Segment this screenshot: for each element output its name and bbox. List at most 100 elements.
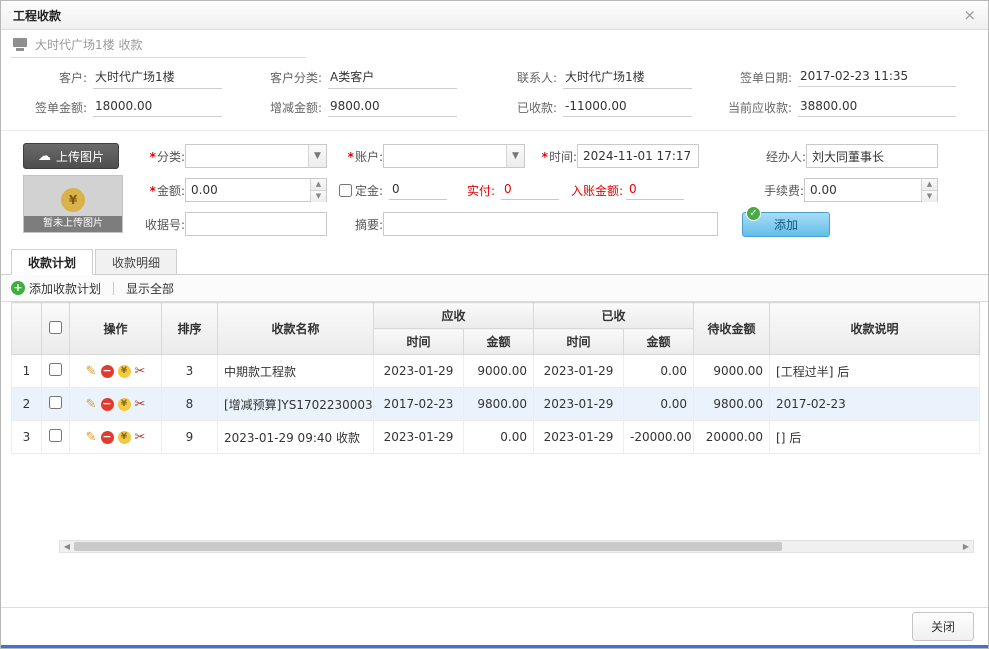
add-payment-button[interactable]: ✓ 添加 (742, 212, 830, 237)
close-button[interactable]: 关闭 (912, 612, 974, 641)
contact-field: 联系人: 大时代广场1楼 (475, 64, 710, 90)
tab-payment-plan[interactable]: 收款计划 (11, 249, 93, 275)
cell-got-time: 2023-01-29 (534, 355, 624, 388)
scissors-icon[interactable]: ✂ (135, 364, 146, 379)
account-label: *账户: (339, 148, 383, 165)
paid-value: 0 (501, 180, 559, 200)
spinner-down-icon[interactable]: ▼ (311, 191, 326, 202)
row-checkbox[interactable] (49, 429, 62, 442)
fee-field: 手续费: ▲ ▼ (729, 178, 938, 202)
image-placeholder[interactable]: ¥ 暂未上传图片 (23, 175, 123, 233)
cell-name: 2023-01-29 09:40 收款 (218, 421, 374, 454)
fee-input[interactable] (805, 179, 921, 201)
contact-value: 大时代广场1楼 (563, 66, 692, 89)
account-select[interactable]: ▼ (383, 144, 525, 168)
scroll-left-icon[interactable]: ◀ (60, 541, 74, 552)
category-field: *分类: ▼ (135, 144, 327, 168)
tab-plan-label: 收款计划 (28, 254, 76, 271)
cell-name: 中期款工程款 (218, 355, 374, 388)
money-icon[interactable]: ¥ (118, 398, 131, 411)
header-note: 收款说明 (770, 303, 980, 355)
summary-input[interactable] (383, 212, 718, 236)
delete-icon[interactable]: − (101, 431, 114, 444)
check-icon: ✓ (746, 206, 761, 221)
category-select[interactable]: ▼ (185, 144, 327, 168)
edit-icon[interactable]: ✎ (86, 430, 97, 445)
deposit-value[interactable]: 0 (389, 180, 447, 200)
money-icon[interactable]: ¥ (118, 365, 131, 378)
plus-icon: + (11, 281, 25, 295)
handler-input[interactable] (806, 144, 938, 168)
scroll-right-icon[interactable]: ▶ (959, 541, 973, 552)
sign-amount-value: 18000.00 (93, 97, 222, 117)
horizontal-scrollbar[interactable]: ◀ ▶ (59, 540, 974, 553)
credit-field: 入账金额: 0 (571, 180, 684, 200)
customer-category-field: 客户分类: A类客户 (240, 64, 475, 90)
cell-recv-time: 2023-01-29 (374, 421, 464, 454)
amount-spinner: ▲ ▼ (185, 178, 327, 202)
adjust-amount-value: 9800.00 (328, 97, 457, 117)
cell-order: 3 (162, 355, 218, 388)
row-checkbox[interactable] (49, 363, 62, 376)
customer-category-value: A类客户 (328, 66, 457, 89)
summary-label: 摘要: (339, 216, 383, 233)
time-input[interactable] (577, 144, 699, 168)
received-field: 已收款: -11000.00 (475, 94, 710, 120)
cell-note: [工程过半] 后 (770, 355, 980, 388)
spinner-up-icon[interactable]: ▲ (922, 179, 937, 191)
show-all-button[interactable]: 显示全部 (126, 280, 174, 297)
table-row[interactable]: 3 ✎−¥✂ 9 2023-01-29 09:40 收款 2023-01-29 … (12, 421, 980, 454)
money-icon[interactable]: ¥ (118, 431, 131, 444)
sign-date-label: 签单日期: (710, 69, 798, 86)
upload-image-button[interactable]: ☁ 上传图片 (23, 143, 119, 169)
cell-recv-amount: 9000.00 (464, 355, 534, 388)
scissors-icon[interactable]: ✂ (135, 430, 146, 445)
customer-value: 大时代广场1楼 (93, 66, 222, 89)
time-label: *时间: (537, 148, 577, 165)
tab-payment-detail[interactable]: 收款明细 (95, 249, 177, 274)
received-value: -11000.00 (563, 97, 692, 117)
receipt-input[interactable] (185, 212, 327, 236)
sign-date-value: 2017-02-23 11:35 (798, 67, 956, 87)
scrollbar-thumb[interactable] (74, 542, 782, 551)
delete-icon[interactable]: − (101, 398, 114, 411)
deposit-field: 定金: 0 (339, 180, 447, 200)
header-got-time: 时间 (534, 329, 624, 355)
scrollbar-track[interactable] (74, 541, 959, 552)
customer-label: 客户: (5, 69, 93, 86)
close-icon[interactable]: × (963, 8, 976, 23)
add-button-label: 添加 (774, 216, 798, 233)
header-rownum (12, 303, 42, 355)
dialog-titlebar: 工程收款 × (1, 1, 988, 30)
header-received-group: 已收 (534, 303, 694, 329)
spinner-up-icon[interactable]: ▲ (311, 179, 326, 191)
row-checkbox[interactable] (49, 396, 62, 409)
cell-rownum: 2 (12, 388, 42, 421)
cell-recv-time: 2017-02-23 (374, 388, 464, 421)
sign-amount-label: 签单金额: (5, 99, 93, 116)
receipt-field: 收据号: (135, 212, 327, 236)
table-row[interactable]: 2 ✎−¥✂ 8 [增减预算]YS1702230003 2017-02-23 9… (12, 388, 980, 421)
amount-label: *金额: (135, 182, 185, 199)
no-image-text: 暂未上传图片 (24, 216, 122, 232)
sign-amount-field: 签单金额: 18000.00 (5, 94, 240, 120)
required-mark: * (150, 150, 156, 164)
cell-operations: ✎−¥ ✂ (70, 421, 162, 454)
cloud-upload-icon: ☁ (38, 150, 51, 163)
amount-input[interactable] (186, 179, 310, 201)
cell-note: 2017-02-23 (770, 388, 980, 421)
cell-operations: ✎−¥ ✂ (70, 388, 162, 421)
deposit-checkbox[interactable] (339, 184, 352, 197)
table-row[interactable]: 1 ✎−¥✂ 3 中期款工程款 2023-01-29 9000.00 2023-… (12, 355, 980, 388)
delete-icon[interactable]: − (101, 365, 114, 378)
scissors-icon[interactable]: ✂ (135, 397, 146, 412)
project-payment-dialog: 工程收款 × 大时代广场1楼 收款 客户: 大时代广场1楼 客户分类: A类客户… (0, 0, 989, 649)
cell-order: 8 (162, 388, 218, 421)
add-plan-button[interactable]: + 添加收款计划 (11, 280, 101, 297)
cell-pending: 20000.00 (694, 421, 770, 454)
cell-note: [] 后 (770, 421, 980, 454)
spinner-down-icon[interactable]: ▼ (922, 191, 937, 202)
select-all-checkbox[interactable] (49, 321, 62, 334)
edit-icon[interactable]: ✎ (86, 397, 97, 412)
edit-icon[interactable]: ✎ (86, 364, 97, 379)
